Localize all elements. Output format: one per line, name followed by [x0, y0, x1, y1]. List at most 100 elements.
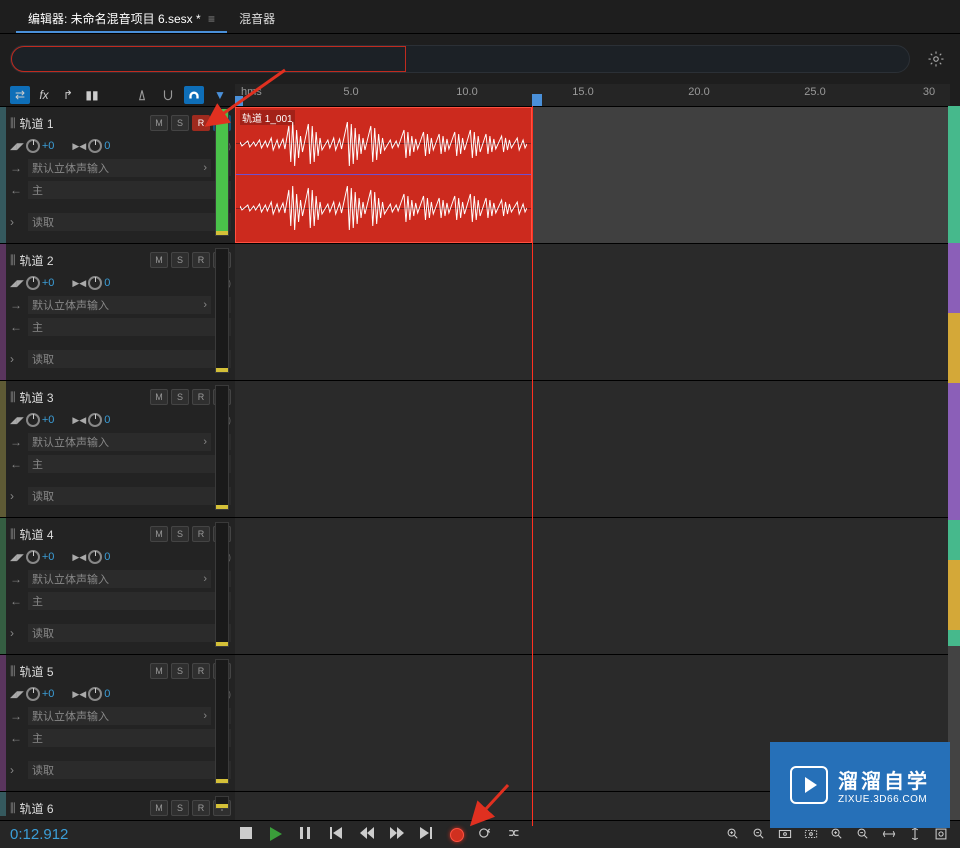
solo-button[interactable]: S — [171, 115, 189, 131]
output-select[interactable]: 主› — [28, 318, 231, 336]
output-select[interactable]: 主› — [28, 729, 231, 747]
tool-metronome[interactable] — [132, 86, 152, 104]
automation-toggle[interactable]: › — [10, 215, 24, 229]
tool-inputs-outputs[interactable]: ⇄ — [10, 86, 30, 104]
rewind-button[interactable] — [330, 827, 346, 843]
track-grip-icon[interactable]: ⫼ — [10, 116, 16, 131]
input-select[interactable]: 默认立体声输入› — [28, 570, 211, 588]
volume-knob[interactable]: ◢◤ +0 — [10, 413, 54, 427]
solo-button[interactable]: S — [171, 663, 189, 679]
arm-record-button[interactable]: R — [192, 252, 210, 268]
automation-mode-select[interactable]: 读取⌄ — [28, 487, 231, 505]
input-select[interactable]: 默认立体声输入› — [28, 159, 211, 177]
output-select[interactable]: 主› — [28, 455, 231, 473]
loop-button[interactable] — [478, 827, 494, 843]
input-select[interactable]: 默认立体声输入› — [28, 433, 211, 451]
automation-mode-select[interactable]: 读取⌄ — [28, 350, 231, 368]
color-strip-block[interactable] — [948, 106, 960, 243]
pan-knob[interactable]: ▶◀ 0 — [72, 413, 110, 427]
prev-button[interactable] — [360, 827, 376, 843]
color-strip-block[interactable] — [948, 313, 960, 383]
tool-fx[interactable]: fx — [34, 86, 54, 104]
mute-button[interactable]: M — [150, 115, 168, 131]
mute-button[interactable]: M — [150, 800, 168, 816]
automation-toggle[interactable]: › — [10, 489, 24, 503]
tool-eq[interactable]: ▮▮ — [82, 86, 102, 104]
arm-record-button[interactable]: R — [192, 115, 210, 131]
volume-knob[interactable]: ◢◤ +0 — [10, 139, 54, 153]
solo-button[interactable]: S — [171, 526, 189, 542]
mute-button[interactable]: M — [150, 252, 168, 268]
color-strip-block[interactable] — [948, 630, 960, 646]
playhead-marker[interactable] — [532, 94, 542, 106]
pan-knob[interactable]: ▶◀ 0 — [72, 276, 110, 290]
tool-marker[interactable]: ▼ — [210, 86, 230, 104]
automation-toggle[interactable]: › — [10, 626, 24, 640]
timeline-ruler[interactable]: hms 5.0 10.0 15.0 20.0 25.0 30 — [235, 84, 950, 106]
zoom-h-all-button[interactable] — [882, 827, 898, 843]
search-box[interactable] — [10, 45, 910, 73]
tool-snap[interactable] — [158, 86, 178, 104]
track-lane[interactable] — [235, 517, 960, 654]
color-strip-block[interactable] — [948, 243, 960, 313]
next-button[interactable] — [390, 827, 406, 843]
search-input-highlighted[interactable] — [11, 46, 406, 72]
timecode-display[interactable]: 0:12.912 — [10, 826, 210, 843]
solo-button[interactable]: S — [171, 800, 189, 816]
pan-knob[interactable]: ▶◀ 0 — [72, 139, 110, 153]
tool-monitor[interactable] — [184, 86, 204, 104]
zoom-reset-button[interactable] — [934, 827, 950, 843]
automation-mode-select[interactable]: 读取⌄ — [28, 213, 231, 231]
mute-button[interactable]: M — [150, 389, 168, 405]
volume-knob[interactable]: ◢◤ +0 — [10, 550, 54, 564]
skip-button[interactable] — [508, 827, 524, 843]
record-button[interactable] — [450, 828, 464, 842]
track-name-label[interactable]: 轨道 1 — [20, 115, 150, 132]
zoom-fit-sel-button[interactable] — [804, 827, 820, 843]
tab-editor[interactable]: 编辑器: 未命名混音项目 6.sesx * ≡ — [16, 0, 227, 33]
zoom-in-v-button[interactable] — [830, 827, 846, 843]
zoom-out-v-button[interactable] — [856, 827, 872, 843]
pan-knob[interactable]: ▶◀ 0 — [72, 550, 110, 564]
mute-button[interactable]: M — [150, 526, 168, 542]
in-point-marker[interactable] — [235, 96, 243, 106]
solo-button[interactable]: S — [171, 252, 189, 268]
track-grip-icon[interactable]: ⫼ — [10, 527, 16, 542]
track-lane[interactable]: 轨道 1_001 — [235, 106, 960, 243]
track-grip-icon[interactable]: ⫼ — [10, 664, 16, 679]
ff-end-button[interactable] — [420, 827, 436, 843]
tab-mixer[interactable]: 混音器 — [227, 0, 287, 33]
color-strip-block[interactable] — [948, 520, 960, 560]
automation-toggle[interactable]: › — [10, 763, 24, 777]
tab-menu-icon[interactable]: ≡ — [208, 12, 215, 26]
track-grip-icon[interactable]: ⫼ — [10, 253, 16, 268]
track-name-label[interactable]: 轨道 3 — [20, 389, 150, 406]
stop-button[interactable] — [240, 827, 256, 843]
volume-knob[interactable]: ◢◤ +0 — [10, 687, 54, 701]
track-name-label[interactable]: 轨道 6 — [20, 800, 150, 817]
color-strip-block[interactable] — [948, 560, 960, 630]
automation-toggle[interactable]: › — [10, 352, 24, 366]
track-name-label[interactable]: 轨道 5 — [20, 663, 150, 680]
solo-button[interactable]: S — [171, 389, 189, 405]
zoom-fit-button[interactable] — [778, 827, 794, 843]
audio-clip[interactable]: 轨道 1_001 — [235, 107, 532, 243]
arm-record-button[interactable]: R — [192, 663, 210, 679]
mute-button[interactable]: M — [150, 663, 168, 679]
arm-record-button[interactable]: R — [192, 389, 210, 405]
color-strip-block[interactable] — [948, 383, 960, 520]
pan-knob[interactable]: ▶◀ 0 — [72, 687, 110, 701]
input-select[interactable]: 默认立体声输入› — [28, 707, 211, 725]
track-name-label[interactable]: 轨道 4 — [20, 526, 150, 543]
arm-record-button[interactable]: R — [192, 526, 210, 542]
volume-knob[interactable]: ◢◤ +0 — [10, 276, 54, 290]
automation-mode-select[interactable]: 读取⌄ — [28, 624, 231, 642]
track-lane[interactable] — [235, 380, 960, 517]
arm-record-button[interactable]: R — [192, 800, 210, 816]
output-select[interactable]: 主› — [28, 592, 231, 610]
track-grip-icon[interactable]: ⫼ — [10, 801, 16, 816]
automation-mode-select[interactable]: 读取⌄ — [28, 761, 231, 779]
pause-button[interactable] — [300, 827, 316, 843]
track-name-label[interactable]: 轨道 2 — [20, 252, 150, 269]
ai-icon[interactable] — [922, 45, 950, 73]
